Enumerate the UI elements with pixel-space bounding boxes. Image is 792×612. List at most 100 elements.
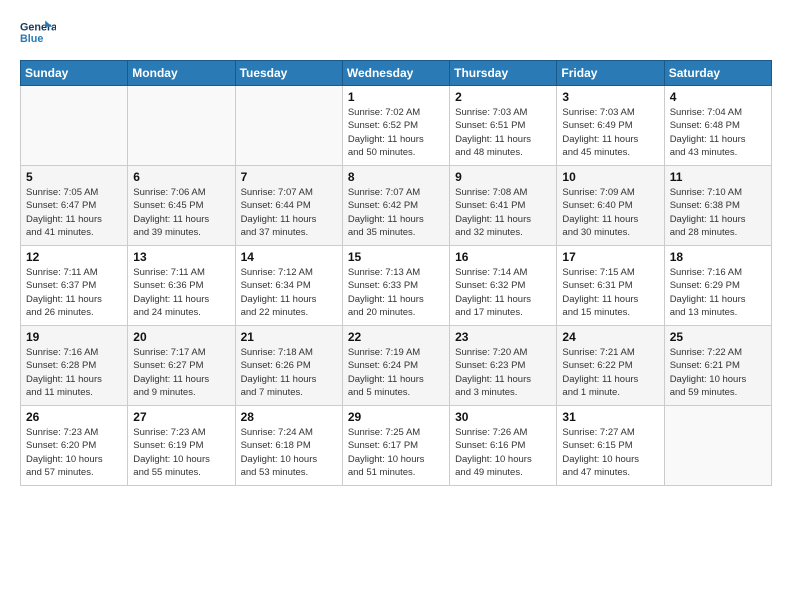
calendar-day-4: 4Sunrise: 7:04 AM Sunset: 6:48 PM Daylig… — [664, 86, 771, 166]
day-info: Sunrise: 7:12 AM Sunset: 6:34 PM Dayligh… — [241, 266, 337, 319]
day-number: 29 — [348, 410, 444, 424]
day-info: Sunrise: 7:03 AM Sunset: 6:49 PM Dayligh… — [562, 106, 658, 159]
day-info: Sunrise: 7:27 AM Sunset: 6:15 PM Dayligh… — [562, 426, 658, 479]
weekday-header-friday: Friday — [557, 61, 664, 86]
calendar-day-empty — [21, 86, 128, 166]
calendar-day-15: 15 Sunrise: 7:13 AM Sunset: 6:33 PM Dayli… — [342, 246, 449, 326]
day-info: Sunrise: 7:14 AM Sunset: 6:32 PM Dayligh… — [455, 266, 551, 319]
calendar-day-7: 7 Sunrise: 7:07 AM Sunset: 6:44 PM Daylig… — [235, 166, 342, 246]
calendar-day-25: 25 Sunrise: 7:22 AM Sunset: 6:21 PM Dayli… — [664, 326, 771, 406]
calendar-day-14: 14 Sunrise: 7:12 AM Sunset: 6:34 PM Dayli… — [235, 246, 342, 326]
calendar-day-empty — [128, 86, 235, 166]
day-info: Sunrise: 7:25 AM Sunset: 6:17 PM Dayligh… — [348, 426, 444, 479]
calendar-table: SundayMondayTuesdayWednesdayThursdayFrid… — [20, 60, 772, 486]
day-number: 3 — [562, 90, 658, 104]
day-number: 16 — [455, 250, 551, 264]
calendar-day-24: 24 Sunrise: 7:21 AM Sunset: 6:22 PM Dayli… — [557, 326, 664, 406]
day-info: Sunrise: 7:18 AM Sunset: 6:26 PM Dayligh… — [241, 346, 337, 399]
day-info: Sunrise: 7:05 AM Sunset: 6:47 PM Dayligh… — [26, 186, 122, 239]
day-number: 14 — [241, 250, 337, 264]
day-number: 13 — [133, 250, 229, 264]
day-number: 17 — [562, 250, 658, 264]
day-number: 5 — [26, 170, 122, 184]
calendar-week-row: 19Sunrise: 7:16 AM Sunset: 6:28 PM Dayli… — [21, 326, 772, 406]
calendar-day-27: 27Sunrise: 7:23 AM Sunset: 6:19 PM Dayli… — [128, 406, 235, 486]
day-info: Sunrise: 7:20 AM Sunset: 6:23 PM Dayligh… — [455, 346, 551, 399]
logo: GeneralBlue — [20, 16, 56, 52]
calendar-day-30: 30 Sunrise: 7:26 AM Sunset: 6:16 PM Dayli… — [450, 406, 557, 486]
weekday-header-saturday: Saturday — [664, 61, 771, 86]
day-info: Sunrise: 7:07 AM Sunset: 6:42 PM Dayligh… — [348, 186, 444, 239]
calendar-week-row: 12Sunrise: 7:11 AM Sunset: 6:37 PM Dayli… — [21, 246, 772, 326]
day-info: Sunrise: 7:19 AM Sunset: 6:24 PM Dayligh… — [348, 346, 444, 399]
day-number: 20 — [133, 330, 229, 344]
day-number: 31 — [562, 410, 658, 424]
day-info: Sunrise: 7:07 AM Sunset: 6:44 PM Dayligh… — [241, 186, 337, 239]
day-info: Sunrise: 7:23 AM Sunset: 6:19 PM Dayligh… — [133, 426, 229, 479]
weekday-header-monday: Monday — [128, 61, 235, 86]
calendar-day-11: 11 Sunrise: 7:10 AM Sunset: 6:38 PM Dayli… — [664, 166, 771, 246]
day-info: Sunrise: 7:17 AM Sunset: 6:27 PM Dayligh… — [133, 346, 229, 399]
calendar-week-row: 1Sunrise: 7:02 AM Sunset: 6:52 PM Daylig… — [21, 86, 772, 166]
day-info: Sunrise: 7:02 AM Sunset: 6:52 PM Dayligh… — [348, 106, 444, 159]
calendar-day-31: 31 Sunrise: 7:27 AM Sunset: 6:15 PM Dayli… — [557, 406, 664, 486]
calendar-week-row: 26 Sunrise: 7:23 AM Sunset: 6:20 PM Dayli… — [21, 406, 772, 486]
day-info: Sunrise: 7:10 AM Sunset: 6:38 PM Dayligh… — [670, 186, 766, 239]
day-number: 19 — [26, 330, 122, 344]
svg-text:General: General — [20, 21, 56, 33]
day-number: 23 — [455, 330, 551, 344]
weekday-header-sunday: Sunday — [21, 61, 128, 86]
day-info: Sunrise: 7:22 AM Sunset: 6:21 PM Dayligh… — [670, 346, 766, 399]
weekday-header-thursday: Thursday — [450, 61, 557, 86]
day-info: Sunrise: 7:11 AM Sunset: 6:37 PM Dayligh… — [26, 266, 122, 319]
calendar-day-empty — [235, 86, 342, 166]
day-number: 26 — [26, 410, 122, 424]
day-number: 6 — [133, 170, 229, 184]
calendar-day-23: 23 Sunrise: 7:20 AM Sunset: 6:23 PM Dayli… — [450, 326, 557, 406]
calendar-day-3: 3 Sunrise: 7:03 AM Sunset: 6:49 PM Daylig… — [557, 86, 664, 166]
calendar-day-21: 21Sunrise: 7:18 AM Sunset: 6:26 PM Dayli… — [235, 326, 342, 406]
day-number: 10 — [562, 170, 658, 184]
day-number: 24 — [562, 330, 658, 344]
page: GeneralBlue SundayMondayTuesdayWednesday… — [0, 0, 792, 502]
calendar-day-9: 9Sunrise: 7:08 AM Sunset: 6:41 PM Daylig… — [450, 166, 557, 246]
calendar-day-13: 13 Sunrise: 7:11 AM Sunset: 6:36 PM Dayli… — [128, 246, 235, 326]
calendar-day-26: 26 Sunrise: 7:23 AM Sunset: 6:20 PM Dayli… — [21, 406, 128, 486]
calendar-day-12: 12Sunrise: 7:11 AM Sunset: 6:37 PM Dayli… — [21, 246, 128, 326]
calendar-day-17: 17Sunrise: 7:15 AM Sunset: 6:31 PM Dayli… — [557, 246, 664, 326]
weekday-header-row: SundayMondayTuesdayWednesdayThursdayFrid… — [21, 61, 772, 86]
weekday-header-tuesday: Tuesday — [235, 61, 342, 86]
day-number: 11 — [670, 170, 766, 184]
day-number: 4 — [670, 90, 766, 104]
day-info: Sunrise: 7:11 AM Sunset: 6:36 PM Dayligh… — [133, 266, 229, 319]
day-number: 8 — [348, 170, 444, 184]
day-number: 30 — [455, 410, 551, 424]
calendar-day-5: 5 Sunrise: 7:05 AM Sunset: 6:47 PM Daylig… — [21, 166, 128, 246]
calendar-day-22: 22 Sunrise: 7:19 AM Sunset: 6:24 PM Dayli… — [342, 326, 449, 406]
day-info: Sunrise: 7:13 AM Sunset: 6:33 PM Dayligh… — [348, 266, 444, 319]
calendar-day-28: 28Sunrise: 7:24 AM Sunset: 6:18 PM Dayli… — [235, 406, 342, 486]
calendar-day-18: 18 Sunrise: 7:16 AM Sunset: 6:29 PM Dayli… — [664, 246, 771, 326]
day-info: Sunrise: 7:24 AM Sunset: 6:18 PM Dayligh… — [241, 426, 337, 479]
day-info: Sunrise: 7:08 AM Sunset: 6:41 PM Dayligh… — [455, 186, 551, 239]
day-number: 18 — [670, 250, 766, 264]
day-info: Sunrise: 7:03 AM Sunset: 6:51 PM Dayligh… — [455, 106, 551, 159]
day-number: 15 — [348, 250, 444, 264]
calendar-day-20: 20 Sunrise: 7:17 AM Sunset: 6:27 PM Dayli… — [128, 326, 235, 406]
calendar-day-16: 16 Sunrise: 7:14 AM Sunset: 6:32 PM Dayli… — [450, 246, 557, 326]
day-number: 7 — [241, 170, 337, 184]
day-info: Sunrise: 7:26 AM Sunset: 6:16 PM Dayligh… — [455, 426, 551, 479]
calendar-day-1: 1Sunrise: 7:02 AM Sunset: 6:52 PM Daylig… — [342, 86, 449, 166]
day-number: 25 — [670, 330, 766, 344]
calendar-day-6: 6Sunrise: 7:06 AM Sunset: 6:45 PM Daylig… — [128, 166, 235, 246]
day-info: Sunrise: 7:16 AM Sunset: 6:29 PM Dayligh… — [670, 266, 766, 319]
calendar-day-10: 10 Sunrise: 7:09 AM Sunset: 6:40 PM Dayli… — [557, 166, 664, 246]
calendar-day-2: 2Sunrise: 7:03 AM Sunset: 6:51 PM Daylig… — [450, 86, 557, 166]
day-number: 22 — [348, 330, 444, 344]
day-info: Sunrise: 7:09 AM Sunset: 6:40 PM Dayligh… — [562, 186, 658, 239]
weekday-header-wednesday: Wednesday — [342, 61, 449, 86]
calendar-day-19: 19Sunrise: 7:16 AM Sunset: 6:28 PM Dayli… — [21, 326, 128, 406]
calendar-day-empty — [664, 406, 771, 486]
day-info: Sunrise: 7:23 AM Sunset: 6:20 PM Dayligh… — [26, 426, 122, 479]
day-info: Sunrise: 7:21 AM Sunset: 6:22 PM Dayligh… — [562, 346, 658, 399]
